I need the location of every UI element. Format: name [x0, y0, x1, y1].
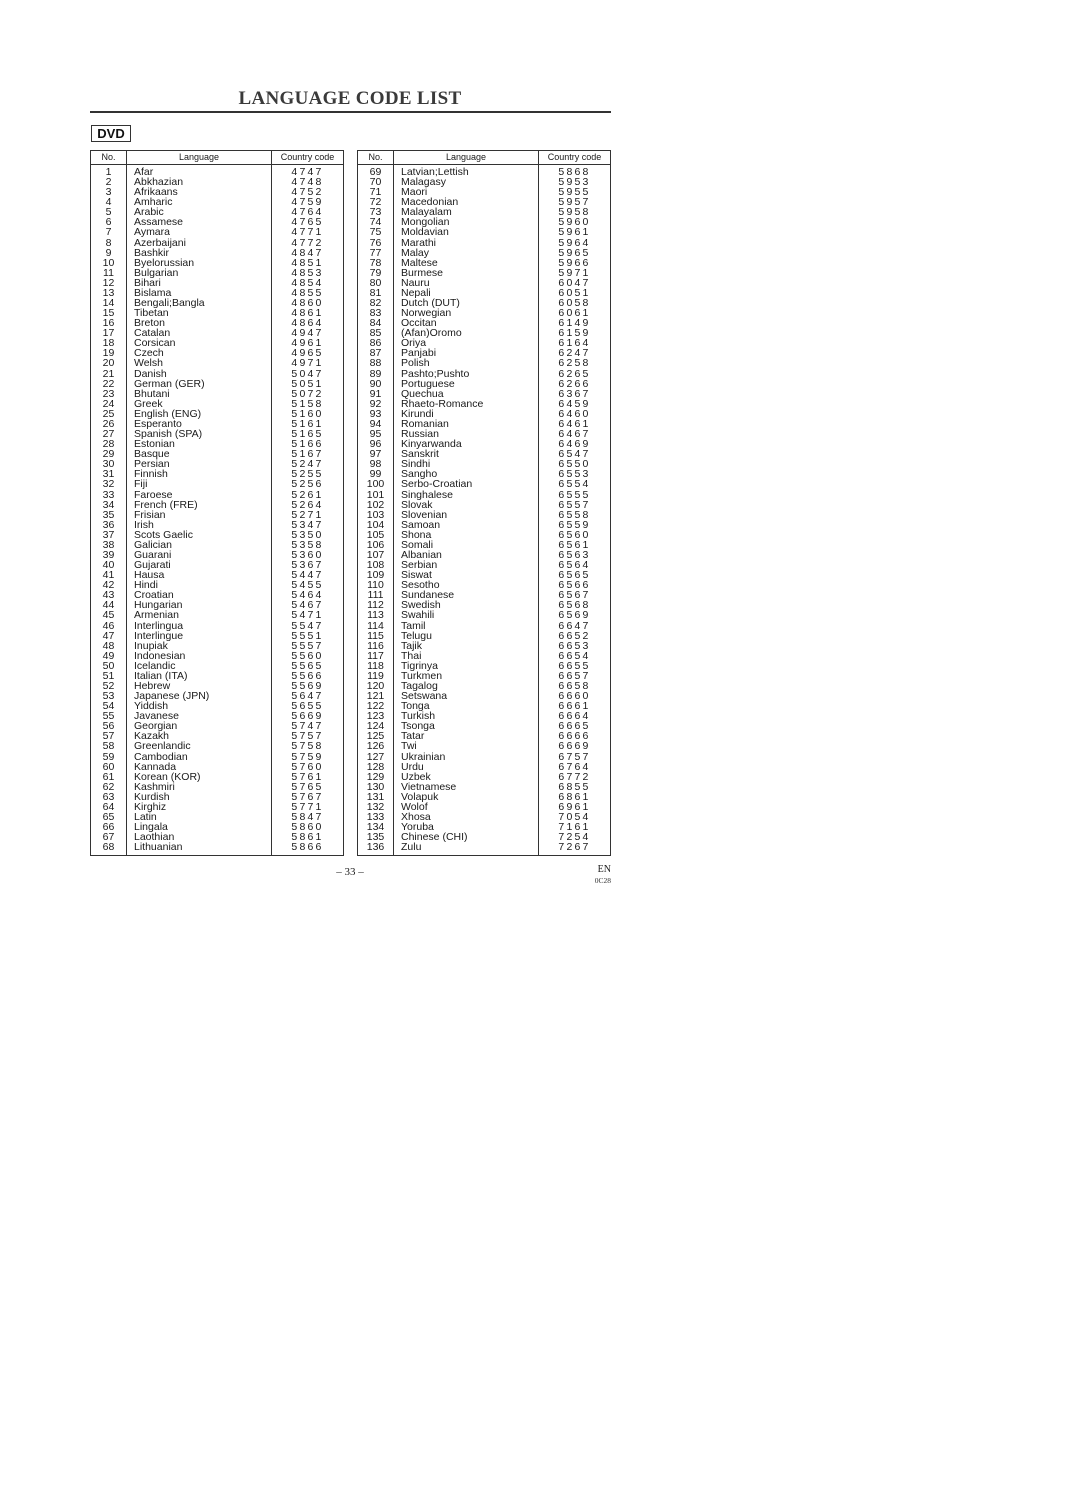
language-code-table-right: No. Language Country code 69 Latvian;Lett…: [357, 150, 611, 857]
country-code: 6554: [558, 478, 591, 491]
column-header-language: Language: [393, 150, 539, 165]
language-name: Swahili: [393, 610, 539, 621]
table-row: 113 Swahili 6569: [357, 609, 611, 622]
table-row: 32 Fiji 5256: [90, 478, 344, 491]
country-code: 5471: [291, 609, 324, 622]
country-code: 5256: [291, 478, 324, 491]
row-number: 136: [357, 842, 394, 856]
column-header-country-code: Country code: [271, 150, 344, 165]
row-number: 45: [90, 610, 127, 621]
column-header-no: No.: [357, 150, 394, 165]
language-name: Finnish: [126, 469, 272, 480]
document-code: 0C28: [594, 876, 611, 885]
language-name: Serbo-Croatian: [393, 479, 539, 490]
language-name: Lithuanian: [126, 842, 272, 856]
language-name: Fiji: [126, 479, 272, 490]
dvd-badge: DVD: [91, 125, 131, 142]
language-name: Armenian: [126, 610, 272, 621]
column-header-language: Language: [126, 150, 272, 165]
row-number: 100: [357, 479, 394, 490]
column-header-country-code: Country code: [538, 150, 611, 165]
column-header-no: No.: [90, 150, 127, 165]
language-code-table-left: No. Language Country code 1 Afar 4747 2 Abkh…: [90, 150, 344, 857]
page-number: – 33 –: [336, 866, 364, 878]
table-row: 68 Lithuanian 5866: [90, 841, 344, 856]
table-row: 45 Armenian 5471: [90, 609, 344, 622]
table-header-row: No. Language Country code: [357, 150, 611, 165]
country-code: 5866: [291, 841, 324, 854]
language-indicator: EN: [597, 864, 611, 875]
row-number: 68: [90, 842, 127, 856]
table-header-row: No. Language Country code: [90, 150, 344, 165]
table-row: 100 Serbo-Croatian 6554: [357, 478, 611, 491]
row-number: 113: [357, 610, 394, 621]
country-code: 6569: [558, 609, 591, 622]
country-code: 7267: [558, 841, 591, 854]
title-divider: [90, 111, 611, 113]
page-title: LANGUAGE CODE LIST: [238, 88, 462, 109]
table-row: 136 Zulu 7267: [357, 841, 611, 856]
language-name: Zulu: [393, 842, 539, 856]
row-number: 32: [90, 479, 127, 490]
